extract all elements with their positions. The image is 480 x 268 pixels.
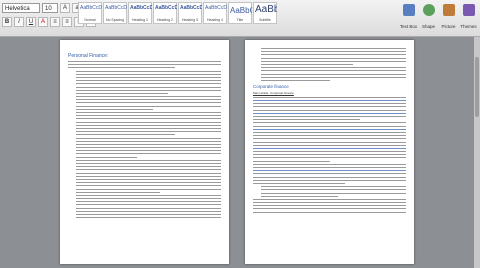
font-name-select[interactable]: Helvetica [2, 3, 40, 13]
font-row: Helvetica 10 A a [2, 2, 82, 14]
style-heading-3[interactable]: AaBbCcDd Heading 3 [178, 2, 202, 24]
align-left-button[interactable]: ≡ [50, 17, 60, 27]
italic-button[interactable]: I [14, 17, 24, 27]
style-preview: AaBbCcDd [130, 5, 152, 11]
section-heading: Corporate finance [253, 83, 289, 89]
themes-button[interactable]: Themes [460, 2, 477, 32]
style-preview: AaBbCcDd [180, 5, 202, 11]
shape-button[interactable]: Shape [420, 2, 437, 32]
style-name: Heading 2 [157, 18, 173, 22]
style-name: Subtitle [259, 18, 271, 22]
document-page-right[interactable]: Corporate finance Main article: Corporat… [245, 40, 414, 264]
body-text [253, 96, 406, 213]
document-page-left[interactable]: Personal Finance: [60, 40, 229, 264]
scrollbar-thumb[interactable] [475, 57, 479, 117]
style-heading-1[interactable]: AaBbCcDd Heading 1 [128, 2, 152, 24]
section-heading: Personal Finance: [68, 53, 109, 59]
style-preview: AaBbCcDdEe [80, 5, 102, 11]
text-box-icon [402, 4, 415, 16]
font-color-button[interactable]: A [38, 17, 48, 27]
ribbon: Helvetica 10 A a B I U A ≡ ≡ ≡ ≡ AaBbCcD… [0, 0, 480, 37]
grow-font-button[interactable]: A [60, 3, 70, 13]
underline-button[interactable]: U [26, 17, 36, 27]
style-heading-4[interactable]: AaBbCcDdEe Heading 4 [203, 2, 227, 24]
font-size-select[interactable]: 10 [42, 3, 58, 13]
style-subtitle[interactable]: AaBbC Subtitle [253, 2, 277, 24]
style-preview: AaBbCcDd [155, 5, 177, 11]
style-title[interactable]: AaBbCcDc Title [228, 2, 252, 24]
style-name: Normal [84, 18, 96, 22]
style-preview: AaBbCcDdEe [105, 5, 127, 11]
style-preview: AaBbCcDc [230, 6, 252, 15]
style-preview: AaBbCcDdEe [205, 5, 227, 11]
style-heading-2[interactable]: AaBbCcDd Heading 2 [153, 2, 177, 24]
style-name: Heading 3 [182, 18, 198, 22]
tool-label: Themes [460, 24, 477, 29]
text-box-button[interactable]: Text Box [400, 2, 417, 32]
body-text [253, 48, 406, 81]
picture-button[interactable]: Picture [440, 2, 457, 32]
style-name: Title [236, 18, 244, 22]
picture-icon [442, 4, 455, 16]
styles-gallery: AaBbCcDdEe Normal AaBbCcDdEe No Spacing Aa… [78, 2, 277, 24]
shape-icon [422, 4, 435, 16]
main-article-link[interactable]: Main article: Corporate finance [253, 91, 406, 95]
align-center-button[interactable]: ≡ [62, 17, 72, 27]
style-name: No Spacing [105, 18, 125, 22]
vertical-scrollbar[interactable] [474, 37, 480, 268]
themes-icon [462, 4, 475, 16]
style-no-spacing[interactable]: AaBbCcDdEe No Spacing [103, 2, 127, 24]
style-name: Heading 4 [207, 18, 223, 22]
body-text [68, 61, 221, 219]
style-preview: AaBbC [255, 4, 277, 15]
insert-tools: Text Box Shape Picture Themes [400, 2, 477, 32]
style-normal[interactable]: AaBbCcDdEe Normal [78, 2, 102, 24]
style-name: Heading 1 [132, 18, 148, 22]
bold-button[interactable]: B [2, 17, 12, 27]
